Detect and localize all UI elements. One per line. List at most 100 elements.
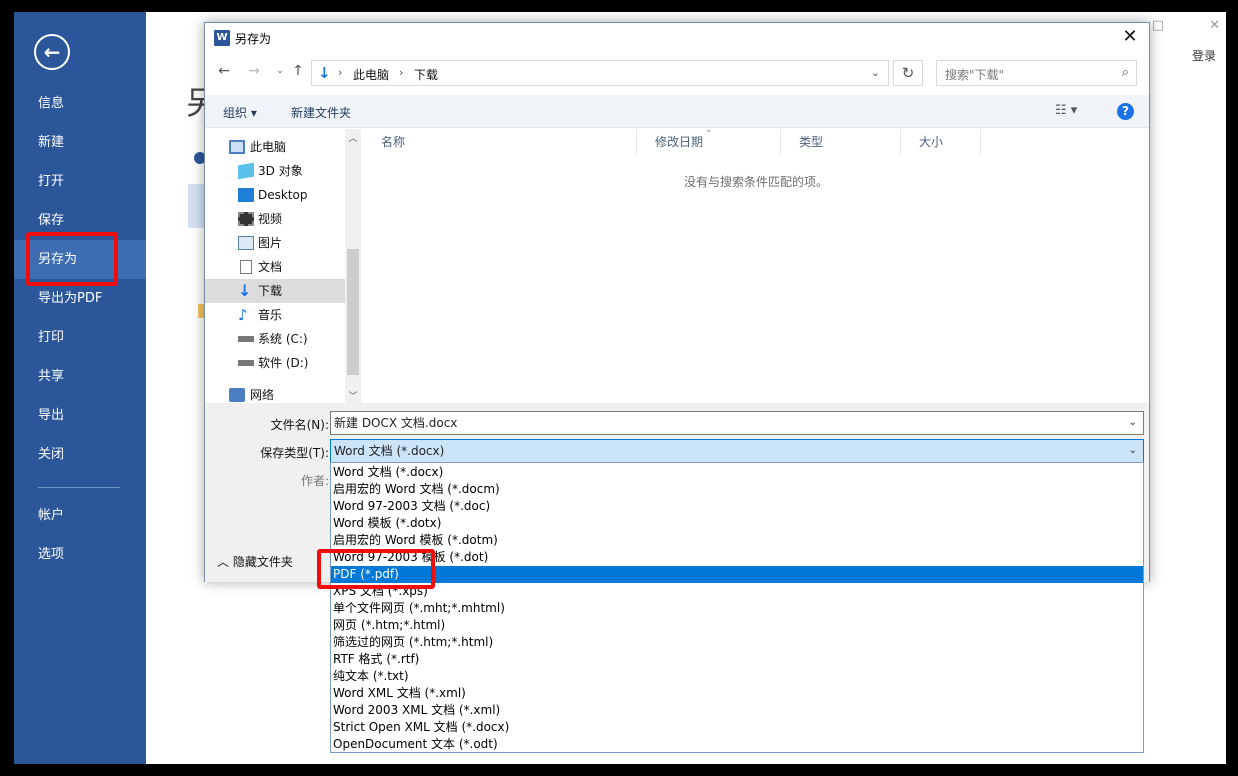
tree-item-downloads[interactable]: ↓ 下载 [205,279,345,303]
chevron-up-icon[interactable]: ︿ [347,131,359,144]
drive-icon [238,360,254,366]
filetype-option[interactable]: Strict Open XML 文档 (*.docx) [331,719,1143,736]
filetype-option[interactable]: 纯文本 (*.txt) [331,668,1143,685]
back-arrow-icon[interactable]: ← [215,63,233,83]
breadcrumb-downloads[interactable]: 下载 [414,66,438,83]
backstage-item-options[interactable]: 选项 [14,535,146,574]
tree-label: 此电脑 [250,140,287,154]
computer-icon [229,140,245,154]
filetype-option[interactable]: 单个文件网页 (*.mht;*.mhtml) [331,600,1143,617]
column-header-size[interactable]: 大小 [901,129,981,155]
filetype-option[interactable]: 筛选过的网页 (*.htm;*.html) [331,634,1143,651]
music-icon: ♪ [238,306,248,324]
tree-item-drive-d[interactable]: 软件 (D:) [205,351,345,375]
tree-item-music[interactable]: ♪ 音乐 [205,303,345,327]
tree-item-3d-objects[interactable]: 3D 对象 [205,159,345,183]
tree-item-desktop[interactable]: Desktop [205,183,345,207]
tree-item-this-pc[interactable]: 此电脑 [205,135,345,159]
tree-item-pictures[interactable]: 图片 [205,231,345,255]
tree-item-drive-c[interactable]: 系统 (C:) [205,327,345,351]
forward-arrow-icon[interactable]: → [245,63,263,83]
download-icon: ↓ [238,281,252,300]
filetype-select[interactable]: Word 文档 (*.docx) ⌄ [330,439,1144,463]
filetype-option[interactable]: Word 97-2003 模板 (*.dot) [331,549,1143,566]
filetype-option[interactable]: Word 文档 (*.docx) [331,464,1143,481]
tree-label: 视频 [258,212,283,226]
backstage-item-close[interactable]: 关闭 [14,435,146,474]
organize-button[interactable]: 组织 ▾ [223,104,257,121]
chevron-down-icon[interactable]: ⌄ [1129,440,1137,462]
column-header-name[interactable]: 名称 [363,129,637,155]
tree-item-documents[interactable]: 文档 [205,255,345,279]
dialog-title: 另存为 [235,32,272,46]
filetype-value: Word 文档 (*.docx) [334,444,445,458]
picture-icon [238,236,254,250]
chevron-down-icon[interactable]: ⌄ [871,66,880,79]
chevron-down-icon[interactable]: ⌄ [1129,412,1137,434]
filetype-option[interactable]: Word 2003 XML 文档 (*.xml) [331,702,1143,719]
tree-label: 音乐 [258,308,283,322]
arrow-left-icon: ← [43,40,61,64]
backstage-divider [38,487,120,488]
filetype-option[interactable]: Word 97-2003 文档 (*.doc) [331,498,1143,515]
backstage-item-print[interactable]: 打印 [14,318,146,357]
search-box[interactable]: 搜索"下载" ⌕ [936,60,1137,86]
network-icon [229,388,245,402]
filetype-option[interactable]: OpenDocument 文本 (*.odt) [331,736,1143,753]
dialog-titlebar: W 另存为 ✕ [205,23,1149,53]
command-bar: 组织 ▾ 新建文件夹 ☷ ▾ ? [205,95,1149,128]
cube-icon [238,162,254,180]
video-icon [238,212,254,226]
tree-label: Desktop [258,188,308,202]
address-bar[interactable]: ↓ › 此电脑 › 下载 ⌄ [311,60,889,86]
breadcrumb-separator: › [338,66,343,79]
tree-label: 图片 [258,236,283,250]
refresh-icon[interactable]: ↻ [893,60,923,86]
restore-icon[interactable]: □ [1152,18,1164,33]
back-button[interactable]: ← [34,34,70,70]
filetype-option[interactable]: XPS 文档 (*.xps) [331,583,1143,600]
tree-label: 下载 [258,284,283,298]
filetype-dropdown-list[interactable]: Word 文档 (*.docx) 启用宏的 Word 文档 (*.docm) W… [330,462,1144,753]
filename-field[interactable]: 新建 DOCX 文档.docx ⌄ [330,411,1144,435]
close-icon[interactable]: ✕ [1119,26,1141,48]
tree-label: 网络 [250,388,275,402]
tree-item-network[interactable]: 网络 [205,383,345,403]
filetype-option[interactable]: Word 模板 (*.dotx) [331,515,1143,532]
filetype-option[interactable]: Word XML 文档 (*.xml) [331,685,1143,702]
hide-folders-button[interactable]: ︿ 隐藏文件夹 [217,553,293,570]
filetype-option-pdf[interactable]: PDF (*.pdf) [331,566,1143,583]
chevron-down-icon[interactable]: ﹀ [347,389,359,402]
recent-locations-icon[interactable]: ⌄ [271,66,289,86]
close-window-icon[interactable]: ✕ [1209,18,1220,33]
backstage-item-info[interactable]: 信息 [14,84,146,123]
tree-item-videos[interactable]: 视频 [205,207,345,231]
filetype-option[interactable]: 网页 (*.htm;*.html) [331,617,1143,634]
column-header-type[interactable]: 类型 [781,129,901,155]
view-options-icon[interactable]: ☷ ▾ [1055,103,1077,118]
search-icon[interactable]: ⌕ [1122,65,1129,80]
backstage-item-new[interactable]: 新建 [14,123,146,162]
author-label: 作者: [301,474,330,488]
login-link[interactable]: 登录 [1192,47,1216,64]
search-input[interactable]: 搜索"下载" [945,66,1004,83]
backstage-item-account[interactable]: 帐户 [14,496,146,535]
filetype-option[interactable]: 启用宏的 Word 模板 (*.dotm) [331,532,1143,549]
backstage-item-open[interactable]: 打开 [14,162,146,201]
drive-icon [238,336,254,342]
up-arrow-icon[interactable]: ↑ [289,63,307,83]
help-icon[interactable]: ? [1117,103,1134,120]
new-folder-button[interactable]: 新建文件夹 [291,104,351,121]
backstage-item-export[interactable]: 导出 [14,396,146,435]
backstage-sidebar: ← 信息 新建 打开 保存 另存为 导出为PDF 打印 共享 导出 关闭 帐户 … [14,12,146,764]
location-item[interactable] [188,184,204,228]
filetype-option[interactable]: RTF 格式 (*.rtf) [331,651,1143,668]
filetype-option[interactable]: 启用宏的 Word 文档 (*.docm) [331,481,1143,498]
sort-indicator-icon: ⌄ [705,125,713,135]
breadcrumb-this-pc[interactable]: 此电脑 [353,66,389,83]
scrollbar-thumb[interactable] [347,249,359,375]
desktop-icon [238,188,254,202]
tree-scrollbar[interactable]: ︿ ﹀ [345,129,361,403]
tree-label: 3D 对象 [258,164,303,178]
backstage-item-share[interactable]: 共享 [14,357,146,396]
